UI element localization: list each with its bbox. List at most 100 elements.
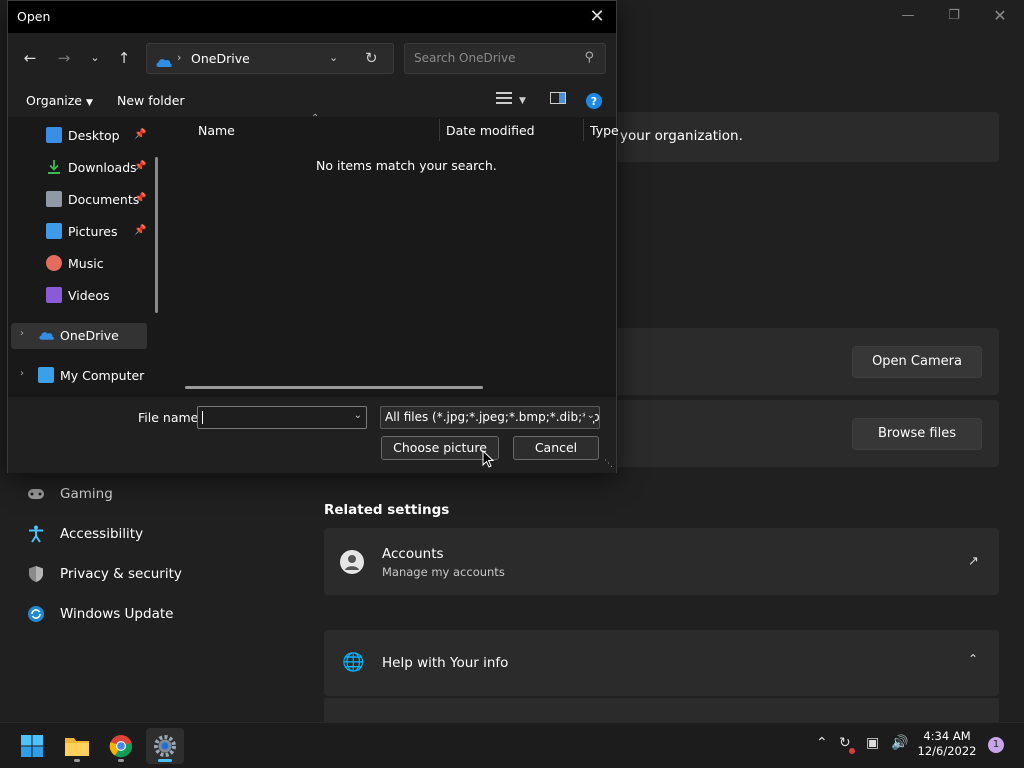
nav-item-pictures[interactable]: Pictures <box>46 220 118 242</box>
search-icon[interactable]: ⚲ <box>584 50 594 65</box>
nav-label: My Computer <box>60 367 145 383</box>
running-indicator <box>74 759 80 762</box>
help-icon[interactable]: ? <box>586 93 602 113</box>
nav-label: Documents <box>68 191 140 207</box>
file-type-dropdown-icon: ⌄ <box>584 410 595 421</box>
nav-item-desktop[interactable]: Desktop <box>46 124 120 146</box>
help-title: Help with Your info <box>382 655 509 671</box>
chrome-button[interactable] <box>102 728 140 764</box>
breadcrumb-separator-icon: › <box>177 51 182 64</box>
notification-badge[interactable]: 1 <box>988 737 1004 753</box>
shield-icon <box>26 564 46 584</box>
nav-label: Privacy & security <box>60 566 182 582</box>
document-icon <box>46 191 62 207</box>
sync-error-badge <box>849 748 855 754</box>
horizontal-scrollbar[interactable] <box>185 386 483 389</box>
address-dropdown-icon[interactable]: ⌄ <box>329 51 338 64</box>
file-name-dropdown-icon[interactable]: ⌄ <box>354 410 362 421</box>
help-card[interactable]: 🌐 Help with Your info ⌃ <box>324 630 999 696</box>
clock-date: 12/6/2022 <box>917 744 977 758</box>
nav-item-documents[interactable]: Documents <box>46 188 139 210</box>
org-text: your organization. <box>620 128 743 144</box>
nav-item-privacy[interactable]: Privacy & security <box>26 562 182 586</box>
cancel-button[interactable]: Cancel <box>513 436 599 460</box>
nav-item-windows-update[interactable]: Windows Update <box>26 602 173 626</box>
nav-item-accessibility[interactable]: Accessibility <box>26 522 143 546</box>
clock[interactable]: 4:34 AM 12/6/2022 <box>914 729 980 759</box>
open-file-dialog: Open ✕ ← → ⌄ ↑ › OneDrive ⌄ ↻ Search One… <box>7 0 619 473</box>
pictures-icon <box>46 223 62 239</box>
up-arrow-icon[interactable]: ↑ <box>113 47 135 69</box>
organize-button[interactable]: Organize ▼ <box>26 93 93 108</box>
file-name-input[interactable]: ⌄ <box>197 406 367 429</box>
nav-item-videos[interactable]: Videos <box>46 284 110 306</box>
new-folder-button[interactable]: New folder <box>117 93 185 108</box>
close-icon[interactable]: ✕ <box>990 6 1010 26</box>
recent-locations-chevron-icon[interactable]: ⌄ <box>84 47 106 69</box>
mouse-cursor-icon <box>482 450 494 468</box>
download-icon <box>46 159 62 175</box>
nav-item-onedrive[interactable]: OneDrive <box>38 324 119 346</box>
file-type-value: All files (*.jpg;*.jpeg;*.bmp;*.dib;*.pn… <box>385 410 600 424</box>
back-arrow-icon[interactable]: ← <box>19 47 41 69</box>
refresh-icon[interactable]: ↻ <box>365 49 378 67</box>
minimize-icon[interactable]: — <box>898 6 918 26</box>
org-info-card: your organization. <box>612 112 999 162</box>
view-list-icon[interactable] <box>496 91 512 109</box>
expand-chevron-icon[interactable]: › <box>20 328 24 339</box>
dialog-titlebar: Open ✕ <box>8 1 616 33</box>
column-header-name[interactable]: Name <box>198 123 235 138</box>
nav-item-music[interactable]: Music <box>46 252 104 274</box>
column-divider[interactable] <box>439 119 440 141</box>
nav-item-downloads[interactable]: Downloads <box>46 156 137 178</box>
start-button[interactable] <box>13 728 51 764</box>
file-type-select[interactable]: All files (*.jpg;*.jpeg;*.bmp;*.dib;*.pn… <box>380 406 600 429</box>
address-location[interactable]: OneDrive <box>191 51 250 66</box>
resize-grip-icon[interactable]: ⋱ <box>604 459 613 469</box>
volume-icon[interactable]: 🔊 <box>891 735 908 751</box>
nav-label: Music <box>68 255 104 271</box>
forward-arrow-icon[interactable]: → <box>53 47 75 69</box>
column-header-type[interactable]: Type <box>590 123 619 138</box>
nav-item-gaming[interactable]: Gaming <box>26 482 113 506</box>
network-icon[interactable]: ▣ <box>866 735 879 751</box>
chevron-up-icon[interactable]: ⌃ <box>968 652 978 666</box>
person-icon <box>340 550 364 574</box>
nav-label: Pictures <box>68 223 118 239</box>
pin-icon[interactable]: 📌 <box>134 225 146 236</box>
pin-icon[interactable]: 📌 <box>134 129 146 140</box>
nav-label: Accessibility <box>60 526 144 542</box>
search-placeholder: Search OneDrive <box>414 51 516 65</box>
open-camera-button[interactable]: Open Camera <box>852 346 982 378</box>
view-options-caret-icon[interactable]: ▼ <box>519 96 526 106</box>
running-indicator <box>118 759 124 762</box>
pin-icon[interactable]: 📌 <box>134 193 146 204</box>
caret-down-icon: ▼ <box>85 98 93 108</box>
text-caret <box>202 411 203 424</box>
browse-files-button[interactable]: Browse files <box>852 418 982 450</box>
address-bar[interactable]: › OneDrive ⌄ ↻ <box>146 43 394 74</box>
search-input[interactable]: Search OneDrive ⚲ <box>404 43 606 74</box>
nav-item-my-computer[interactable]: My Computer <box>38 364 144 386</box>
onedrive-cloud-icon <box>38 327 54 343</box>
settings-app-button[interactable] <box>146 728 184 764</box>
pin-icon[interactable]: 📌 <box>134 161 146 172</box>
show-hidden-icons-chevron-icon[interactable]: ⌃ <box>816 735 828 751</box>
nav-label: OneDrive <box>60 327 119 343</box>
active-indicator <box>158 759 172 762</box>
restore-icon[interactable]: ❐ <box>944 6 964 26</box>
file-explorer-button[interactable] <box>58 728 96 764</box>
desktop-icon <box>46 127 62 143</box>
nav-pane-scrollbar[interactable] <box>155 157 158 313</box>
column-divider[interactable] <box>583 119 584 141</box>
videos-icon <box>46 287 62 303</box>
accounts-card[interactable]: Accounts Manage my accounts ↗ <box>324 528 999 595</box>
column-header-date[interactable]: Date modified <box>446 123 535 138</box>
nav-label: Desktop <box>68 127 120 143</box>
sort-ascending-icon: ⌃ <box>311 113 320 124</box>
nav-label: Videos <box>68 287 110 303</box>
expand-chevron-icon[interactable]: › <box>20 368 24 379</box>
music-icon <box>46 255 62 271</box>
close-icon[interactable]: ✕ <box>586 6 608 28</box>
preview-pane-icon[interactable] <box>550 91 566 109</box>
